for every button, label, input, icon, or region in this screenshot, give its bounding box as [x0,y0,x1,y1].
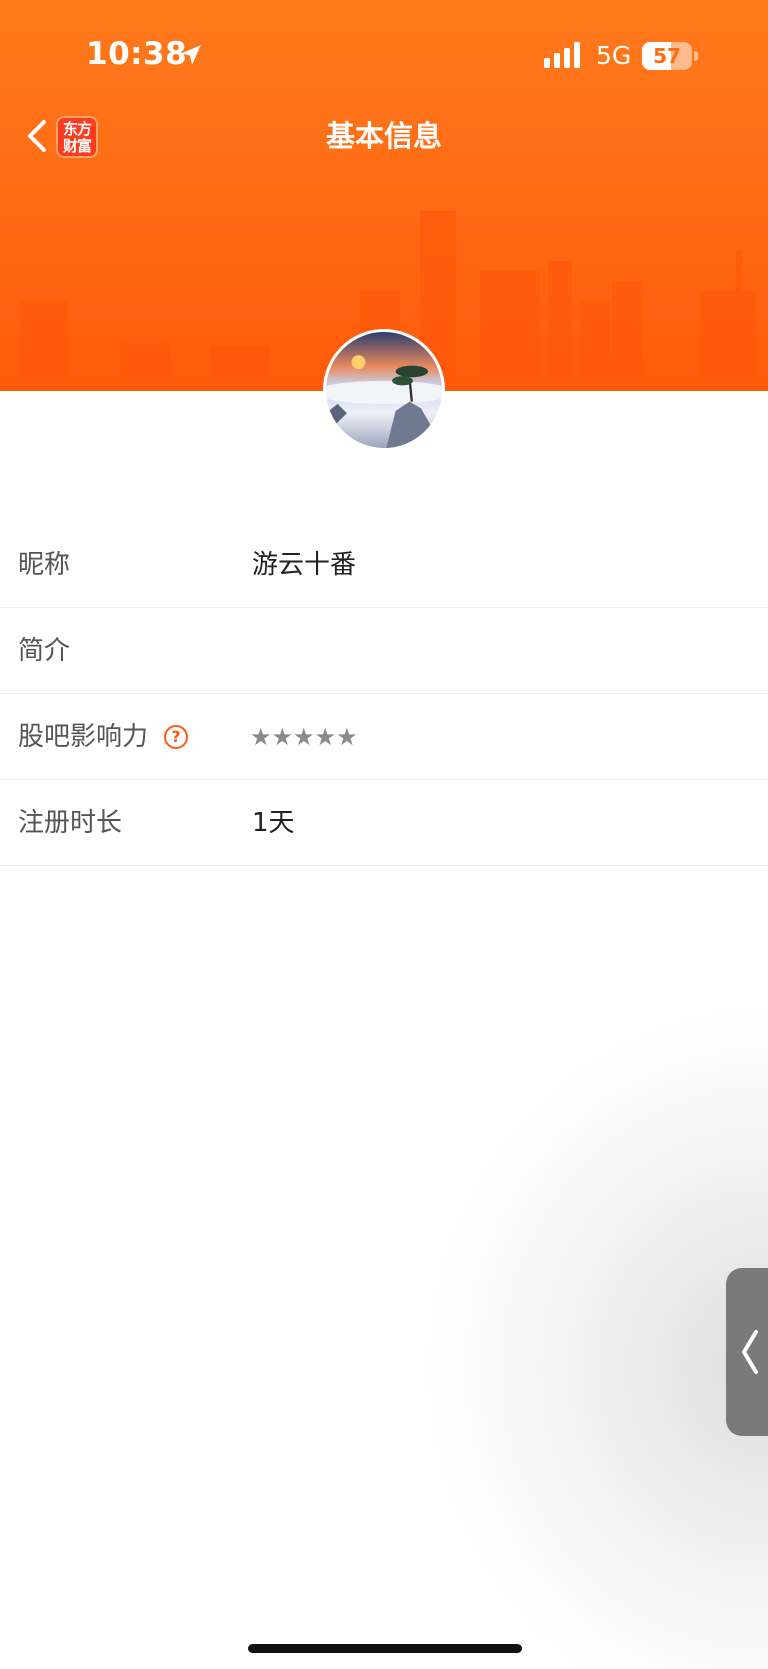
home-indicator[interactable] [248,1644,522,1653]
influence-star-rating: ★★★★★ [250,723,358,751]
influence-label: 股吧影响力 [18,722,149,752]
network-type: 5G [596,41,632,70]
info-row-nickname: 昵称 游云十番 [0,522,768,608]
bio-label: 简介 [18,636,71,666]
location-arrow-icon [181,45,201,65]
landscape-avatar-icon [326,355,442,448]
avatar[interactable] [323,329,445,451]
nickname-label: 昵称 [18,550,71,580]
side-handle-button[interactable] [726,1268,768,1436]
help-icon[interactable]: ? [164,725,188,749]
chevron-left-icon [742,1330,758,1374]
registration-label: 注册时长 [18,808,123,838]
status-time: 10:38 [86,36,188,72]
page-title: 基本信息 [325,119,442,153]
status-bar: 10:38 5G 57 [0,0,768,110]
nickname-value: 游云十番 [252,550,357,580]
battery-level: 57 [653,44,681,68]
info-list: 昵称 游云十番 简介 股吧影响力 ? ★★★★★ 注册时长 1天 [0,522,768,866]
info-row-influence: 股吧影响力 ? ★★★★★ [0,694,768,780]
info-row-bio: 简介 [0,608,768,694]
battery-icon: 57 [642,42,698,70]
registration-value: 1天 [252,808,295,838]
side-handle-shadow [420,1000,768,1669]
cellular-signal-icon [544,42,580,68]
info-row-registration: 注册时长 1天 [0,780,768,866]
